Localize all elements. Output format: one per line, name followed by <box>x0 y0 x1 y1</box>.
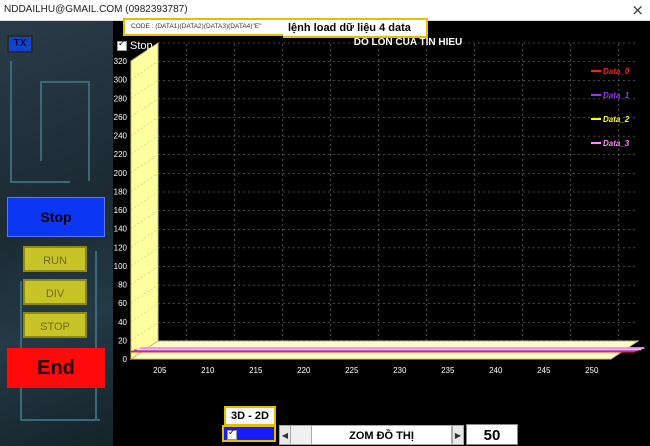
y-tick-label: 100 <box>114 262 128 271</box>
run-button[interactable]: RUN <box>23 246 87 272</box>
x-tick-label: 220 <box>297 366 311 375</box>
stop-button[interactable]: Stop <box>7 197 105 237</box>
div-button[interactable]: DIV <box>23 279 87 305</box>
y-tick-label: 60 <box>118 299 127 308</box>
zoom-scroll-track[interactable] <box>291 425 311 445</box>
y-tick-label: 120 <box>114 243 128 252</box>
chart-canvas: 0 20 40 60 80 100 120 140 160 180 200 220 240 260 280 3… <box>114 37 645 375</box>
y-tick-label: 180 <box>114 187 128 196</box>
x-tick-label: 230 <box>393 366 407 375</box>
legend-entry: Data_3 <box>603 139 630 148</box>
window-title: NDDAILHU@GMAIL.COM (0982393787) <box>4 4 188 15</box>
check-icon[interactable] <box>117 39 127 52</box>
y-tick-label: 0 <box>123 355 128 364</box>
y-tick-label: 220 <box>114 150 128 159</box>
y-tick-label: 200 <box>114 169 128 178</box>
x-tick-label: 215 <box>249 366 263 375</box>
y-tick-label: 80 <box>118 281 127 290</box>
y-tick-label: 20 <box>118 336 127 345</box>
circuit-trace <box>40 81 42 161</box>
circuit-trace <box>20 419 100 421</box>
zoom-decrease-button[interactable]: ◀ <box>279 425 291 445</box>
signal-chart: 0 20 40 60 80 100 120 140 160 180 200 220 240 260 280 3… <box>113 21 650 421</box>
mode-switch[interactable] <box>222 425 276 442</box>
circuit-trace <box>88 81 90 181</box>
x-tick-label: 250 <box>585 366 599 375</box>
code-format-label: CODE : (DATA1)(DATA2)(DATA3)(DATA4)"E" <box>123 18 293 36</box>
zoom-value[interactable]: 50 <box>466 424 518 445</box>
x-tick-label: 240 <box>489 366 503 375</box>
y-tick-label: 260 <box>114 113 128 122</box>
left-panel: TX Stop RUN DIV STOP End <box>0 21 113 446</box>
circuit-trace <box>10 181 70 183</box>
y-tick-label: 280 <box>114 94 128 103</box>
zoom-label: ZOM ĐỒ THỊ <box>311 425 452 445</box>
y-tick-label: 40 <box>118 318 127 327</box>
chart-title: DO LON CUA TIN HIEU <box>354 37 463 48</box>
stop-checkbox[interactable]: Stop <box>117 39 153 52</box>
zoom-increase-button[interactable]: ▶ <box>452 425 464 445</box>
close-icon[interactable]: × <box>631 1 644 19</box>
stop-checkbox-label: Stop <box>130 40 153 52</box>
y-tick-label: 160 <box>114 206 128 215</box>
check-icon[interactable] <box>227 428 237 440</box>
x-tick-label: 205 <box>153 366 167 375</box>
y-tick-label: 320 <box>114 57 128 66</box>
x-tick-label: 210 <box>201 366 215 375</box>
x-tick-label: 225 <box>345 366 359 375</box>
x-tick-label: 235 <box>441 366 455 375</box>
end-button[interactable]: End <box>7 348 105 388</box>
legend-entry: Data_0 <box>603 67 630 76</box>
y-tick-label: 300 <box>114 76 128 85</box>
stop-small-button[interactable]: STOP <box>23 312 87 338</box>
mode-switch-label: 3D - 2D <box>224 406 276 426</box>
tx-indicator[interactable]: TX <box>7 35 33 53</box>
legend-entry: Data_1 <box>603 91 630 100</box>
circuit-trace <box>95 251 97 421</box>
load-command-label: lệnh load dữ liệu 4 data <box>283 18 428 38</box>
legend-entry: Data_2 <box>603 115 630 124</box>
y-tick-label: 240 <box>114 132 128 141</box>
circuit-trace <box>40 81 90 83</box>
y-tick-label: 140 <box>114 225 128 234</box>
x-tick-label: 245 <box>537 366 551 375</box>
circuit-trace <box>10 61 12 181</box>
